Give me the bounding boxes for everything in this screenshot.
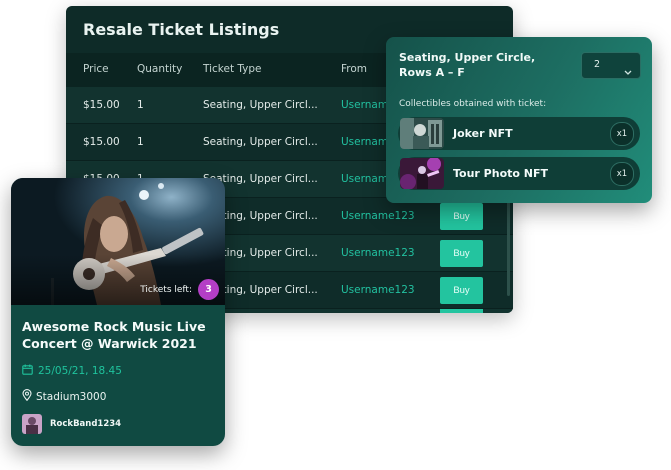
seating-title-line: Seating, Upper Circle, <box>399 51 536 64</box>
collectible-item[interactable]: Joker NFT x1 <box>398 117 640 150</box>
column-header-ticket-type: Ticket Type <box>203 63 262 75</box>
organizer-name: RockBand1234 <box>50 419 122 429</box>
collectibles-label: Collectibles obtained with ticket: <box>399 99 547 109</box>
row-price: $15.00 <box>83 136 120 148</box>
event-venue: Stadium3000 <box>22 389 106 404</box>
collectible-item[interactable]: Tour Photo NFT x1 <box>398 157 640 190</box>
event-venue-text: Stadium3000 <box>36 390 107 403</box>
collectible-name: Tour Photo NFT <box>453 167 549 180</box>
row-ticket-type: Seating, Upper Circl... <box>203 136 318 148</box>
collectible-name: Joker NFT <box>453 127 513 140</box>
column-header-from: From <box>341 63 368 75</box>
collectible-count: x1 <box>610 162 634 186</box>
row-seller-link[interactable]: Username123 <box>341 284 415 296</box>
concert-photo: Tickets left: 3 <box>11 178 225 305</box>
calendar-icon <box>22 364 33 378</box>
quantity-value: 2 <box>594 59 601 70</box>
row-price: $15.00 <box>83 99 120 111</box>
row-ticket-type: Seating, Upper Circl... <box>203 99 318 111</box>
seating-rows-line: Rows A – F <box>399 66 465 79</box>
organizer[interactable]: RockBand1234 <box>22 414 121 434</box>
row-seller-link[interactable]: Username123 <box>341 247 415 259</box>
location-pin-icon <box>22 389 32 404</box>
seating-details-popup: Seating, Upper Circle, Rows A – F 2 Coll… <box>386 37 652 203</box>
chevron-down-icon <box>624 61 632 80</box>
buy-button[interactable]: Buy <box>440 277 483 304</box>
seating-title: Seating, Upper Circle, Rows A – F <box>399 50 559 80</box>
row-seller-link[interactable]: Username123 <box>341 210 415 222</box>
row-quantity: 1 <box>137 136 144 148</box>
column-header-quantity: Quantity <box>137 63 183 75</box>
joker-nft-thumbnail <box>400 118 444 149</box>
buy-button[interactable]: Buy <box>440 203 483 230</box>
row-quantity: 1 <box>137 99 144 111</box>
avatar <box>22 414 42 434</box>
event-date: 25/05/21, 18.45 <box>22 364 122 378</box>
listings-title: Resale Ticket Listings <box>83 20 280 39</box>
event-date-text: 25/05/21, 18.45 <box>38 365 122 377</box>
buy-button[interactable]: Buy <box>440 240 483 267</box>
collectible-count: x1 <box>610 122 634 146</box>
tickets-left-label: Tickets left: <box>140 285 192 295</box>
event-title: Awesome Rock Music Live Concert @ Warwic… <box>22 319 206 351</box>
tour-photo-nft-thumbnail <box>400 158 444 189</box>
column-header-price: Price <box>83 63 109 75</box>
quantity-select[interactable]: 2 <box>581 52 641 79</box>
event-card[interactable]: Tickets left: 3 Awesome Rock Music Live … <box>11 178 225 446</box>
tickets-left-badge: 3 <box>198 279 219 300</box>
